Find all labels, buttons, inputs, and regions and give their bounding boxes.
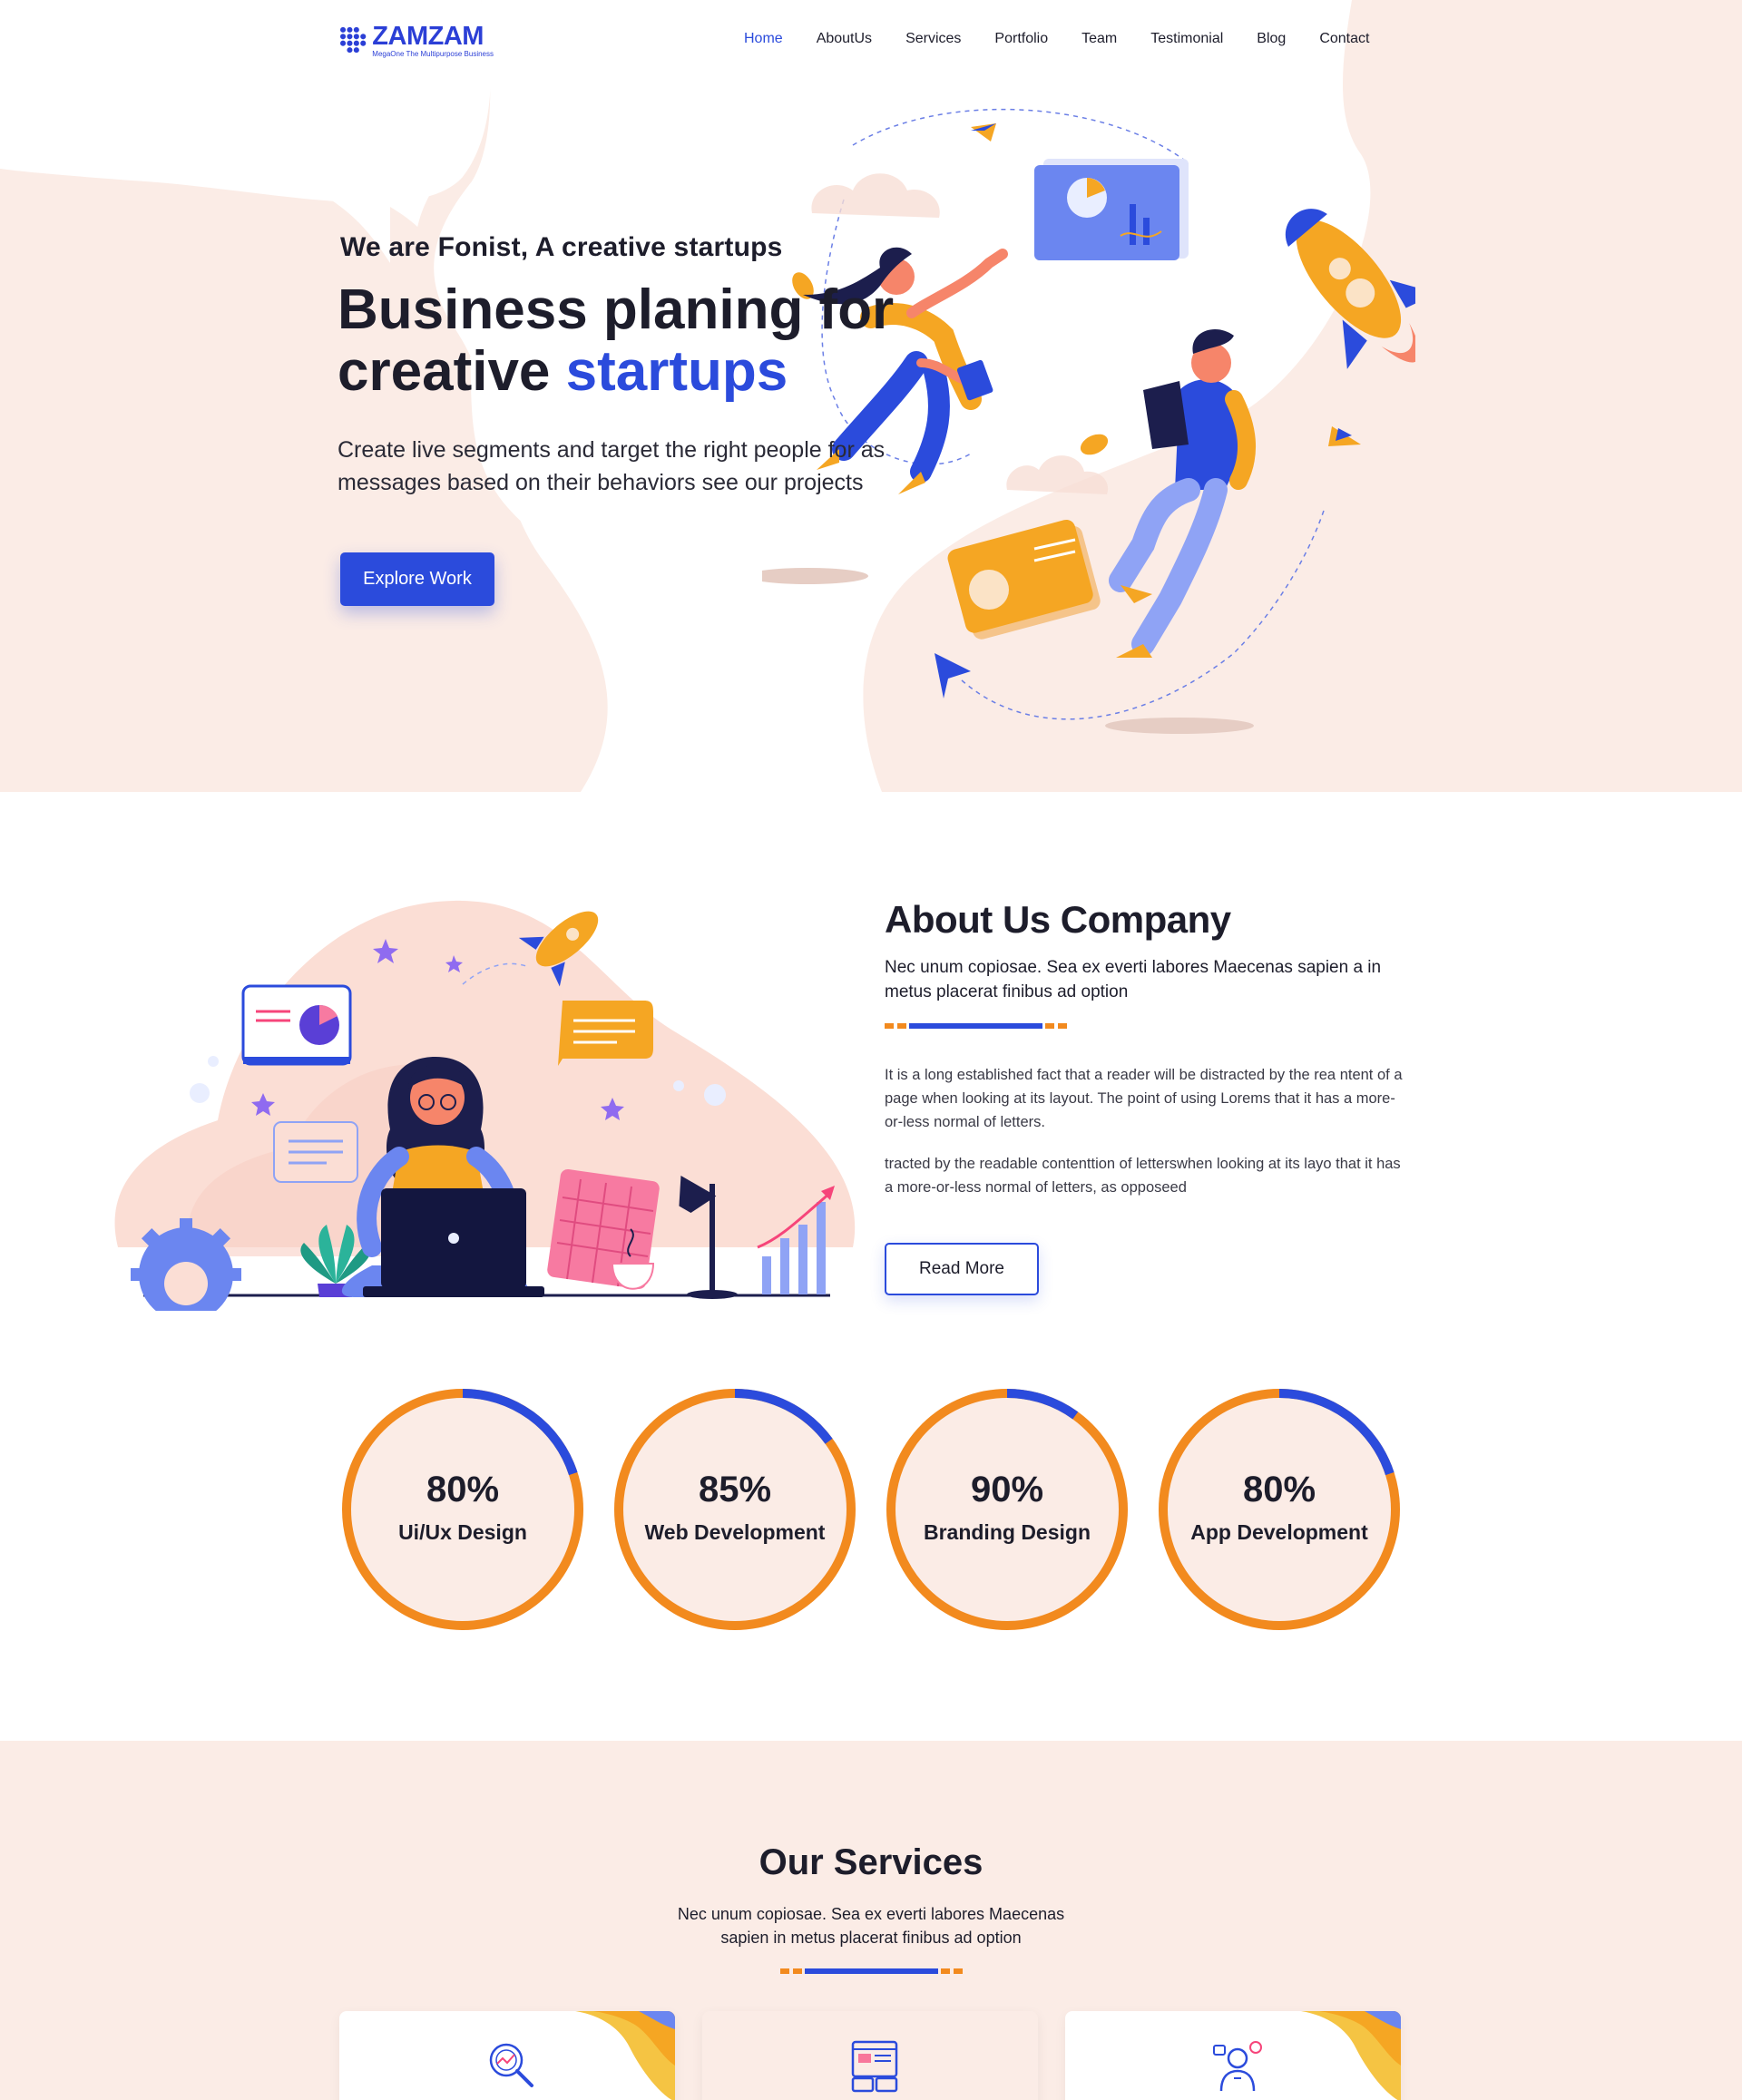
woman-working-laptop-illustration bbox=[114, 900, 856, 1311]
hero-title-line1: Business planing for bbox=[338, 278, 895, 341]
brand-tagline: MegaOne The Multipurpose Business bbox=[372, 50, 494, 58]
skill-label: Web Development bbox=[644, 1520, 826, 1544]
about-lead-text: Nec unum copiosae. Sea ex everti labores… bbox=[885, 958, 1382, 1001]
service-card[interactable] bbox=[339, 2011, 675, 2100]
team-startup-illustration bbox=[762, 108, 1415, 734]
service-card[interactable] bbox=[702, 2011, 1038, 2100]
nav-item-home[interactable]: Home bbox=[744, 31, 783, 47]
nav-item-testimonial[interactable]: Testimonial bbox=[1150, 31, 1223, 47]
nav-item-aboutus[interactable]: AboutUs bbox=[817, 31, 872, 47]
service-card[interactable] bbox=[1065, 2011, 1401, 2100]
nav-item-portfolio[interactable]: Portfolio bbox=[994, 31, 1048, 47]
card-wave-decoration bbox=[1301, 2011, 1401, 2100]
about-paragraph-2: tracted by the readable contenttion of l… bbox=[885, 1156, 1401, 1196]
explore-work-button[interactable]: Explore Work bbox=[340, 552, 494, 606]
hero-title-accent: startups bbox=[565, 340, 788, 403]
hero-title: Business planing for creative startups bbox=[338, 279, 936, 403]
skill-circle-web-development: 85% Web Development bbox=[612, 1386, 858, 1633]
skill-circle-app-development: 80% App Development bbox=[1156, 1386, 1403, 1633]
skill-label: Ui/Ux Design bbox=[398, 1520, 527, 1544]
hero-subtitle: We are Fonist, A creative startups bbox=[340, 232, 783, 262]
logo-dots-icon bbox=[340, 26, 367, 54]
nav-item-services[interactable]: Services bbox=[905, 31, 961, 47]
skill-circle-ui-ux: 80% Ui/Ux Design bbox=[339, 1386, 586, 1633]
card-wave-decoration bbox=[575, 2011, 675, 2100]
about-divider bbox=[885, 1023, 1067, 1029]
skill-value: 80% bbox=[1242, 1470, 1316, 1509]
services-section: Our Services Nec unum copiosae. Sea ex e… bbox=[0, 1741, 1742, 2100]
brand-logo[interactable]: ZAMZAM MegaOne The Multipurpose Business bbox=[339, 18, 494, 63]
nav-item-contact[interactable]: Contact bbox=[1319, 31, 1369, 47]
website-layout-icon bbox=[851, 2040, 898, 2093]
services-divider bbox=[780, 1968, 963, 1974]
skill-value: 85% bbox=[698, 1470, 772, 1509]
hero-section: ZAMZAM MegaOne The Multipurpose Business… bbox=[0, 0, 1742, 792]
skill-label: Branding Design bbox=[923, 1520, 1091, 1544]
skill-value: 90% bbox=[970, 1470, 1044, 1509]
skill-circle-branding-design: 90% Branding Design bbox=[884, 1386, 1130, 1633]
about-title: About Us Company bbox=[885, 898, 1231, 941]
about-paragraph-1: It is a long established fact that a rea… bbox=[885, 1067, 1403, 1130]
skill-label: App Development bbox=[1190, 1520, 1368, 1544]
skill-value: 80% bbox=[426, 1470, 500, 1509]
brand-name: ZAMZAM bbox=[372, 22, 484, 51]
services-title: Our Services bbox=[758, 1842, 984, 1882]
nav-item-blog[interactable]: Blog bbox=[1257, 31, 1286, 47]
hero-title-line2: creative bbox=[338, 340, 566, 403]
analytics-search-icon bbox=[489, 2043, 533, 2087]
team-person-icon bbox=[1213, 2041, 1262, 2092]
top-navigation: ZAMZAM MegaOne The Multipurpose Business… bbox=[0, 0, 1742, 82]
read-more-button[interactable]: Read More bbox=[885, 1243, 1039, 1295]
nav-item-team[interactable]: Team bbox=[1081, 31, 1117, 47]
main-menu: Home AboutUs Services Portfolio Team Tes… bbox=[744, 31, 1403, 47]
services-description: Nec unum copiosae. Sea ex everti labores… bbox=[677, 1905, 1065, 1947]
hero-description: Create live segments and target the righ… bbox=[338, 437, 886, 495]
